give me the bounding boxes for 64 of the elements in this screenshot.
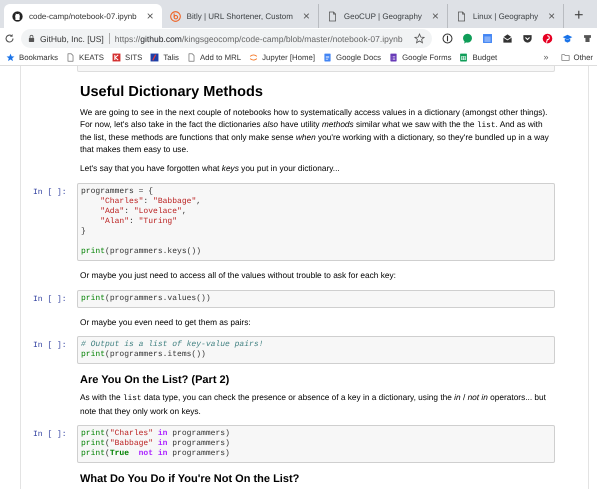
paragraph: Or maybe you even need to get them as pairs: — [80, 316, 252, 328]
browser-tab[interactable]: GeoCUP | Geography × — [318, 4, 448, 28]
info-icon[interactable] — [442, 33, 453, 44]
page-icon — [66, 52, 75, 62]
close-tab-button[interactable]: × — [548, 9, 556, 23]
page-icon — [326, 10, 338, 22]
envelope-icon[interactable] — [502, 33, 513, 44]
address-bar[interactable]: GitHub, Inc. [US] https://github.com/kingsgeocomp/code-camp/blob/master/notebook-07.ipynb — [21, 29, 432, 48]
cap-icon[interactable] — [562, 33, 573, 44]
calendar-icon[interactable] — [482, 33, 493, 44]
star-icon — [6, 52, 15, 62]
code-line: programmers = { — [81, 186, 154, 197]
code-line: "Charles": "Babbage", — [99, 196, 202, 207]
code-line: print(True not in programmers) — [81, 449, 231, 460]
browser-tab[interactable]: Bitly | URL Shortener, Custom × — [162, 4, 319, 28]
paragraph: Let's say that you have forgotten what keys you put in your dictionary... — [80, 163, 341, 175]
browser-tab[interactable]: Linux | Geography × — [448, 4, 564, 28]
paragraph: Or maybe you just need to access all of the values without trouble to ask for each key: — [80, 270, 397, 282]
section-heading: What Do You Do if You're Not On the List? — [80, 473, 300, 486]
document-icon — [323, 52, 332, 62]
close-tab-button[interactable]: × — [146, 9, 154, 23]
github-icon — [12, 10, 23, 22]
code-line: print("Charles" in programmers) — [81, 429, 231, 439]
more-bookmarks-button[interactable]: » — [543, 52, 548, 62]
page-icon — [456, 10, 467, 22]
extension-icon[interactable] — [582, 33, 593, 44]
spreadsheet-icon — [459, 52, 468, 62]
input-prompt: In [ ]: — [32, 186, 68, 197]
page-icon — [186, 52, 196, 62]
input-prompt: In [ ]: — [32, 294, 68, 304]
lock-icon — [28, 34, 35, 43]
close-tab-button[interactable]: × — [302, 9, 310, 23]
code-line: # Output is a list of key-value pairs! — [81, 340, 264, 350]
site-identity: GitHub, Inc. [US] — [40, 34, 104, 44]
form-icon — [389, 52, 398, 62]
code-line: print(programmers.values()) — [81, 294, 212, 304]
new-tab-button[interactable]: + — [574, 7, 584, 25]
code-cell[interactable]: # Output is a list of key-value pairs! print(programmers.items()) — [77, 336, 555, 364]
pinterest-icon[interactable] — [542, 33, 553, 44]
close-tab-button[interactable]: × — [432, 9, 439, 23]
url-text: https://github.com/kingsgeocomp/code-camp/blob/master/notebook-07.ipynb — [114, 34, 404, 44]
code-line: print(programmers.items()) — [81, 350, 207, 360]
code-line: "Alan": "Turing" — [99, 216, 178, 227]
reload-icon[interactable] — [4, 33, 15, 44]
code-cell[interactable]: print("Charles" in programmers) print("Babbage" in programmers) print(True not in programmers) — [77, 425, 555, 464]
section-heading: Are You On the List? (Part 2) — [80, 374, 230, 386]
bitly-icon — [170, 10, 181, 22]
jupyter-logo-icon — [249, 52, 258, 62]
k-logo-icon — [112, 52, 121, 62]
pocket-icon[interactable] — [522, 33, 533, 44]
code-line: print("Babbage" in programmers) — [81, 439, 231, 449]
code-line: print(programmers.keys()) — [81, 246, 202, 257]
input-prompt: In [ ]: — [32, 429, 68, 440]
code-line: } — [81, 226, 87, 237]
code-cell[interactable]: programmers = { "Charles": "Babbage", "Ada": "Lovelace", "Alan": "Turing" } print(programmers.keys()) — [77, 182, 555, 261]
talis-logo-icon — [150, 52, 160, 62]
code-line: "Ada": "Lovelace", — [99, 206, 188, 217]
star-icon[interactable] — [414, 33, 425, 44]
code-cell[interactable]: print(programmers.values()) — [77, 290, 555, 308]
chat-bubble-icon[interactable] — [462, 33, 473, 44]
folder-icon — [560, 52, 570, 62]
section-heading: Useful Dictionary Methods — [80, 84, 264, 100]
input-prompt: In [ ]: — [32, 340, 68, 350]
browser-tab[interactable]: code-camp/notebook-07.ipynb × — [4, 4, 162, 28]
